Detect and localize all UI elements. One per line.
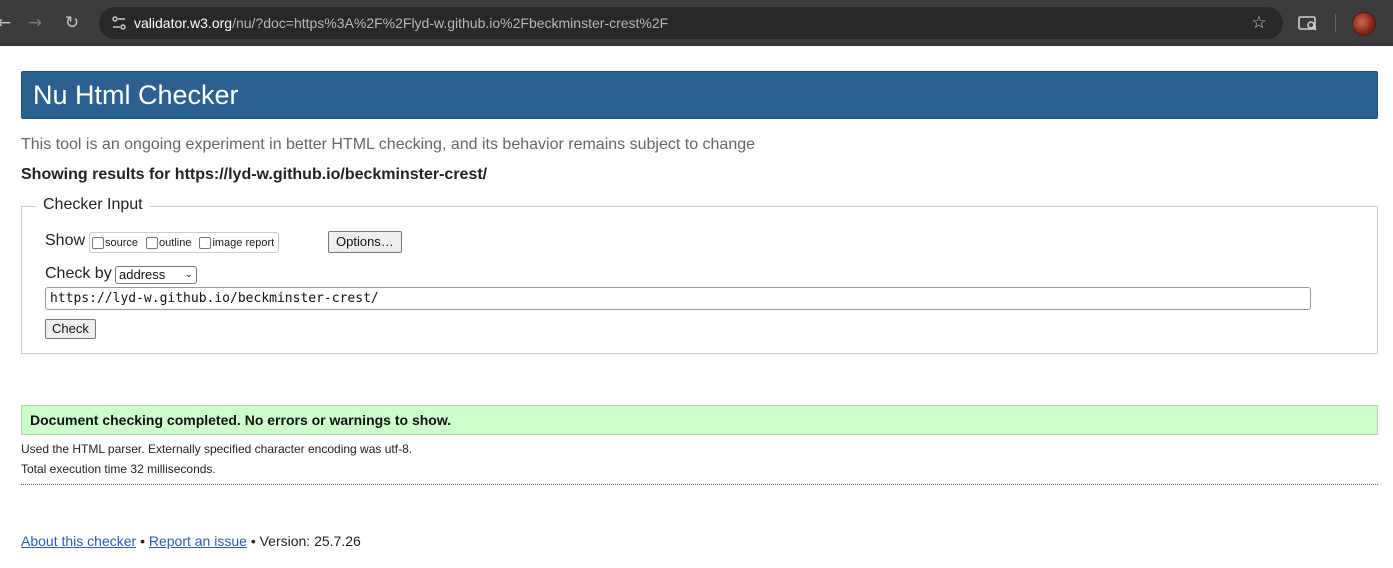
url-path: /nu/?doc=https%3A%2F%2Flyd-w.github.io%2… bbox=[232, 15, 669, 31]
checker-input-fieldset: Checker Input Show source outline image … bbox=[21, 196, 1378, 354]
url-host: validator.w3.org bbox=[134, 15, 233, 31]
profile-avatar[interactable] bbox=[1352, 12, 1376, 36]
fieldset-legend: Checker Input bbox=[36, 196, 150, 214]
address-bar[interactable]: validator.w3.org/nu/?doc=https%3A%2F%2Fl… bbox=[99, 7, 1283, 39]
chevron-down-icon: ⌄ bbox=[184, 269, 193, 280]
show-outline-option[interactable]: outline bbox=[146, 236, 192, 249]
image-report-checkbox[interactable] bbox=[199, 236, 212, 249]
source-label: source bbox=[105, 236, 139, 249]
reload-icon[interactable]: ↻ bbox=[60, 11, 84, 35]
footer: About this checker • Report an issue • V… bbox=[21, 533, 361, 549]
image-report-label: image report bbox=[212, 236, 275, 249]
options-button[interactable]: Options… bbox=[328, 231, 402, 253]
footer-separator: • bbox=[250, 533, 256, 549]
document-url-input[interactable]: https://lyd-w.github.io/beckminster-cres… bbox=[45, 287, 1311, 310]
about-checker-link[interactable]: About this checker bbox=[21, 533, 136, 549]
check-by-select[interactable]: address ⌄ bbox=[115, 266, 197, 284]
site-info-icon[interactable] bbox=[107, 11, 131, 35]
forward-arrow-icon[interactable]: → bbox=[23, 11, 47, 35]
check-by-selected-value: address bbox=[119, 267, 166, 282]
divider bbox=[21, 484, 1378, 485]
outline-label: outline bbox=[159, 236, 192, 249]
show-label: Show bbox=[45, 232, 86, 249]
version-text: Version: 25.7.26 bbox=[259, 533, 361, 549]
check-button[interactable]: Check bbox=[45, 319, 96, 339]
page-header: Nu Html Checker bbox=[21, 71, 1378, 119]
search-tabs-icon[interactable] bbox=[1296, 11, 1320, 35]
browser-toolbar: ← → ↻ validator.w3.org/nu/?doc=https%3A%… bbox=[0, 0, 1393, 46]
page-title: Nu Html Checker bbox=[33, 80, 239, 110]
show-options-group: source outline image report bbox=[89, 232, 280, 253]
parser-info: Used the HTML parser. Externally specifi… bbox=[21, 442, 413, 456]
tagline: This tool is an ongoing experiment in be… bbox=[21, 136, 756, 153]
show-source-option[interactable]: source bbox=[92, 236, 139, 249]
footer-separator: • bbox=[140, 533, 145, 549]
outline-checkbox[interactable] bbox=[146, 236, 159, 249]
url-text[interactable]: validator.w3.org/nu/?doc=https%3A%2F%2Fl… bbox=[134, 7, 668, 39]
back-arrow-icon[interactable]: ← bbox=[0, 11, 16, 35]
results-heading: Showing results for https://lyd-w.github… bbox=[21, 166, 488, 183]
show-image-report-option[interactable]: image report bbox=[199, 236, 275, 249]
success-message: Document checking completed. No errors o… bbox=[21, 405, 1378, 435]
check-by-label: Check by bbox=[45, 265, 112, 282]
source-checkbox[interactable] bbox=[92, 236, 104, 249]
execution-time: Total execution time 32 milliseconds. bbox=[21, 462, 216, 476]
toolbar-divider bbox=[1335, 14, 1336, 32]
bookmark-star-icon[interactable]: ☆ bbox=[1247, 11, 1271, 35]
report-issue-link[interactable]: Report an issue bbox=[149, 533, 247, 549]
